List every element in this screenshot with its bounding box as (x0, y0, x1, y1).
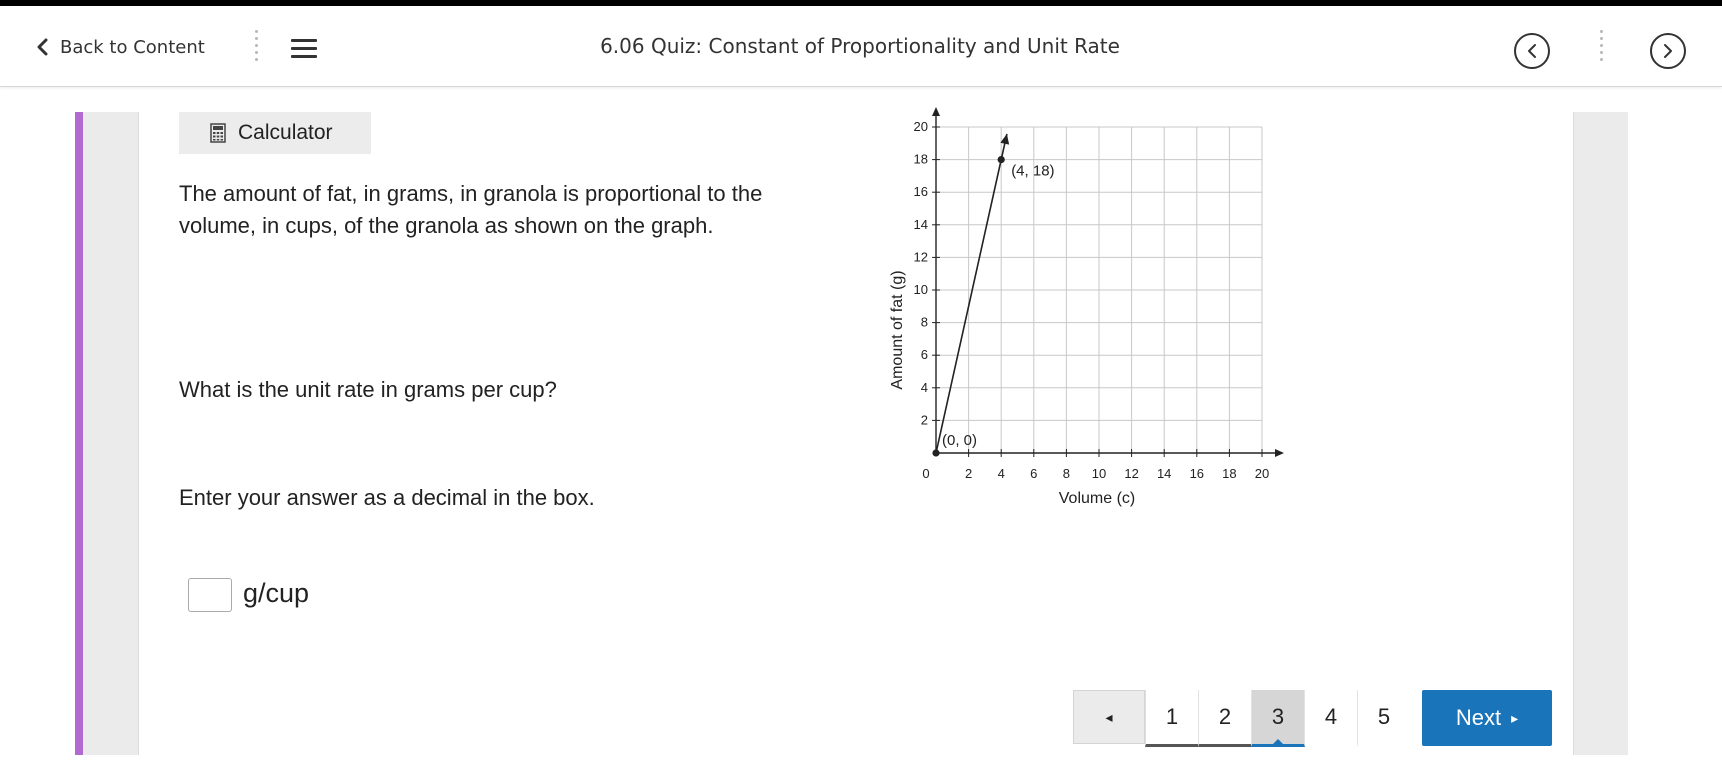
x-tick-label: 4 (998, 466, 1005, 481)
next-button[interactable]: Next ▸ (1422, 690, 1552, 746)
point-label: (0, 0) (942, 432, 977, 449)
x-tick-label: 8 (1063, 466, 1070, 481)
menu-icon[interactable] (291, 39, 317, 59)
chart-series (932, 133, 1010, 457)
vertical-divider (255, 30, 259, 65)
x-tick-label: 0 (922, 466, 929, 481)
data-point (932, 449, 940, 457)
chart-grid (936, 126, 1263, 453)
chevron-left-icon (37, 38, 48, 56)
calculator-icon (210, 123, 226, 143)
next-label: Next (1455, 705, 1502, 730)
proportion-graph: 0 2 4 6 8 10 12 14 16 18 20 2 4 6 8 10 12 14 16 18 20 (0, 0… (889, 107, 1284, 507)
current-page-caret (1272, 739, 1284, 745)
x-tick-label: 14 (1157, 466, 1171, 481)
x-tick-label: 18 (1222, 466, 1236, 481)
next-circle-button[interactable] (1650, 33, 1686, 69)
y-tick-label: 8 (921, 315, 928, 330)
next-arrow-icon: ▸ (1511, 709, 1519, 726)
chevron-right-icon (1664, 44, 1672, 58)
header-bar: Back to Content 6.06 Quiz: Constant of P… (0, 6, 1722, 87)
y-tick-label: 10 (914, 282, 928, 297)
question-line-1: The amount of fat, in grams, in granola … (179, 181, 763, 206)
y-axis-arrow (932, 107, 940, 116)
question-prompt: What is the unit rate in grams per cup? (179, 377, 557, 402)
x-axis-arrow (1275, 449, 1284, 457)
x-tick-label: 16 (1190, 466, 1204, 481)
y-axis-label: Amount of fat (g) (889, 270, 906, 389)
y-tick-label: 18 (914, 152, 928, 167)
page-2-button[interactable]: 2 (1199, 690, 1252, 747)
y-tick-label: 6 (921, 347, 928, 362)
data-point (997, 156, 1005, 164)
page-1-button[interactable]: 1 (1145, 690, 1199, 747)
calculator-button[interactable]: Calculator (179, 112, 371, 154)
x-tick-label: 20 (1255, 466, 1269, 481)
x-axis-label: Volume (c) (1059, 490, 1135, 507)
point-label: (4, 18) (1011, 163, 1054, 180)
answer-instruction: Enter your answer as a decimal in the bo… (179, 485, 595, 510)
pagination-prev-button[interactable]: ◂ (1073, 690, 1145, 744)
page-3-label: 3 (1271, 704, 1285, 729)
question-line-2: volume, in cups, of the granola as shown… (179, 213, 714, 238)
x-tick-label: 12 (1124, 466, 1138, 481)
y-tick-label: 14 (914, 217, 928, 232)
chevron-left-icon (1528, 44, 1536, 58)
unit-label: g/cup (243, 578, 310, 608)
calculator-label: Calculator (238, 121, 333, 144)
y-tick-label: 12 (914, 249, 928, 264)
vertical-divider (1600, 30, 1604, 65)
previous-circle-button[interactable] (1514, 33, 1550, 69)
x-tick-label: 10 (1092, 466, 1106, 481)
page-4-button[interactable]: 4 (1305, 690, 1358, 747)
page-5-button[interactable]: 5 (1358, 690, 1410, 747)
y-tick-label: 20 (914, 119, 928, 134)
answer-input[interactable] (188, 578, 232, 612)
left-accent-bar (75, 112, 83, 755)
x-tick-label: 6 (1030, 466, 1037, 481)
series-line (935, 133, 1008, 454)
chart-annotations: (0, 0) (4, 18) (942, 163, 1055, 449)
left-gutter (83, 112, 139, 755)
back-to-content-link[interactable]: Back to Content (36, 34, 205, 60)
pagination: ◂ 1 2 3 4 5 (1073, 690, 1410, 747)
y-tick-label: 2 (921, 412, 928, 427)
right-gutter (1573, 112, 1628, 755)
y-tick-label: 4 (921, 380, 928, 395)
page-title: 6.06 Quiz: Constant of Proportionality a… (600, 34, 1120, 58)
page-3-button[interactable]: 3 (1252, 690, 1305, 747)
x-tick-label: 2 (965, 466, 972, 481)
y-tick-label: 16 (914, 184, 928, 199)
x-tick-labels: 0 2 4 6 8 10 12 14 16 18 20 (922, 449, 1269, 481)
back-label: Back to Content (60, 36, 205, 58)
